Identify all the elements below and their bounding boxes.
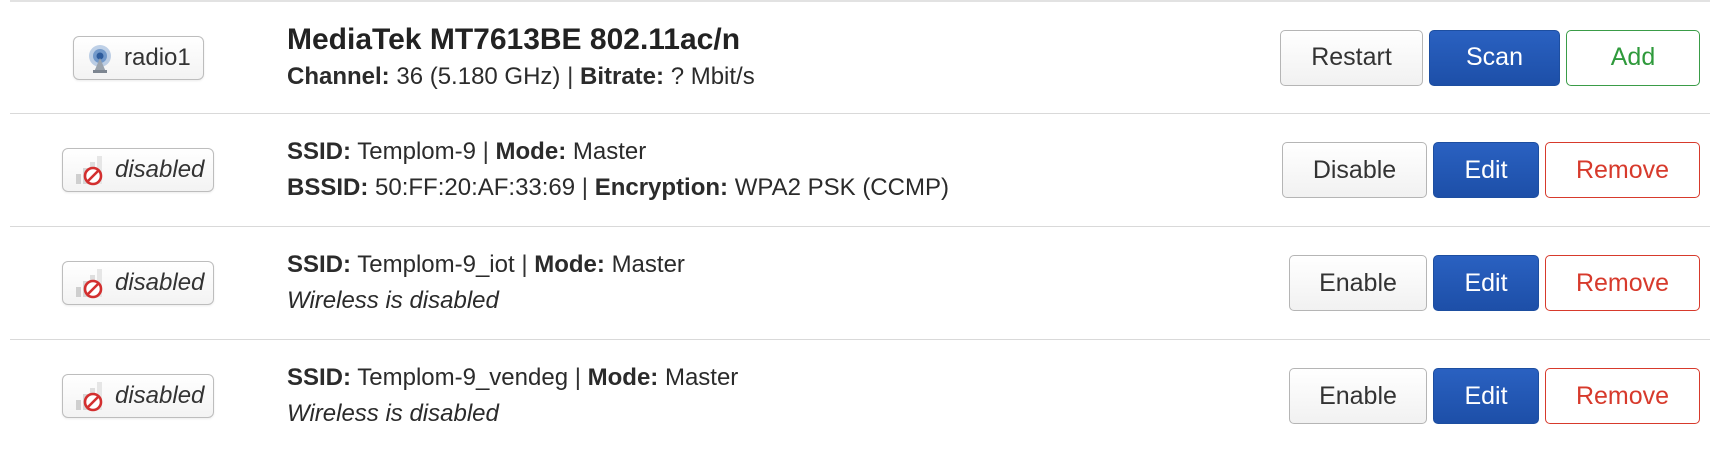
edit-button[interactable]: Edit (1433, 142, 1539, 198)
wireless-disabled-note: Wireless is disabled (287, 287, 499, 314)
network-row: disabled SSID: Templom-9 | Mode: Master … (10, 113, 1710, 226)
status-badge-label: disabled (115, 269, 205, 296)
ssid-label: SSID: (287, 364, 352, 391)
radio-row: radio1 MediaTek MT7613BE 802.11ac/n Chan… (10, 0, 1710, 113)
mode-label: Mode: (534, 251, 605, 278)
restart-button[interactable]: Restart (1280, 29, 1423, 86)
wifi-radio-icon (89, 44, 111, 73)
edit-button[interactable]: Edit (1433, 368, 1539, 424)
radio-actions: Restart Scan Add (1280, 29, 1700, 86)
network-line-1: SSID: Templom-9 | Mode: Master (287, 134, 949, 170)
mode-value: Master (664, 364, 739, 391)
network-actions: Enable Edit Remove (1289, 255, 1700, 311)
network-status-badge: disabled (62, 148, 214, 192)
network-info: SSID: Templom-9_iot | Mode: Master Wirel… (287, 247, 685, 319)
disable-button[interactable]: Disable (1282, 142, 1427, 198)
add-button[interactable]: Add (1566, 29, 1700, 86)
network-status-badge: disabled (62, 261, 214, 305)
remove-button[interactable]: Remove (1545, 255, 1700, 311)
signal-disabled-icon (76, 382, 103, 412)
ssid-label: SSID: (287, 251, 352, 278)
mode-value: Master (572, 138, 647, 165)
bitrate-label: Bitrate: (580, 62, 665, 90)
remove-button[interactable]: Remove (1545, 368, 1700, 424)
mode-label: Mode: (587, 364, 659, 391)
wireless-disabled-note: Wireless is disabled (287, 400, 499, 427)
separator: | (567, 62, 574, 90)
separator: | (574, 364, 581, 391)
separator: | (581, 174, 589, 201)
signal-disabled-icon (76, 156, 103, 186)
network-actions: Disable Edit Remove (1282, 142, 1700, 198)
edit-button[interactable]: Edit (1433, 255, 1539, 311)
ssid-value: Templom-9 (357, 138, 476, 165)
encryption-label: Encryption: (594, 174, 729, 201)
radio-badge: radio1 (73, 35, 204, 80)
enable-button[interactable]: Enable (1289, 368, 1427, 424)
signal-disabled-icon (76, 269, 103, 299)
mode-label: Mode: (495, 138, 567, 165)
bitrate-value: ? Mbit/s (670, 62, 755, 90)
ssid-value: Templom-9_iot (357, 251, 515, 278)
network-line-2: BSSID: 50:FF:20:AF:33:69 | Encryption: W… (287, 170, 949, 206)
status-badge-label: disabled (115, 382, 205, 409)
separator: | (482, 138, 489, 165)
radio-details: Channel: 36 (5.180 GHz) | Bitrate: ? Mbi… (287, 59, 755, 95)
separator: | (521, 251, 528, 278)
wireless-overview-table: radio1 MediaTek MT7613BE 802.11ac/n Chan… (10, 0, 1710, 452)
radio-badge-label: radio1 (124, 43, 191, 71)
network-row: disabled SSID: Templom-9_iot | Mode: Mas… (10, 226, 1710, 339)
enable-button[interactable]: Enable (1289, 255, 1427, 311)
network-info: SSID: Templom-9 | Mode: Master BSSID: 50… (287, 134, 949, 206)
mode-value: Master (611, 251, 685, 278)
remove-button[interactable]: Remove (1545, 142, 1700, 198)
ssid-value: Templom-9_vendeg (357, 364, 569, 391)
network-row: disabled SSID: Templom-9_vendeg | Mode: … (10, 339, 1710, 452)
encryption-value: WPA2 PSK (CCMP) (734, 174, 949, 201)
channel-value: 36 (5.180 GHz) (396, 62, 561, 90)
network-status-badge: disabled (62, 374, 214, 418)
ssid-label: SSID: (287, 138, 352, 165)
network-line-1: SSID: Templom-9_iot | Mode: Master (287, 247, 685, 283)
channel-label: Channel: (287, 62, 390, 90)
bssid-value: 50:FF:20:AF:33:69 (375, 174, 576, 201)
radio-title: MediaTek MT7613BE 802.11ac/n (287, 22, 741, 56)
bssid-label: BSSID: (287, 174, 369, 201)
network-actions: Enable Edit Remove (1289, 368, 1700, 424)
network-line-1: SSID: Templom-9_vendeg | Mode: Master (287, 360, 738, 396)
status-badge-label: disabled (115, 156, 205, 183)
scan-button[interactable]: Scan (1429, 29, 1560, 86)
radio-info: MediaTek MT7613BE 802.11ac/n Channel: 36… (287, 21, 755, 95)
network-info: SSID: Templom-9_vendeg | Mode: Master Wi… (287, 360, 738, 432)
